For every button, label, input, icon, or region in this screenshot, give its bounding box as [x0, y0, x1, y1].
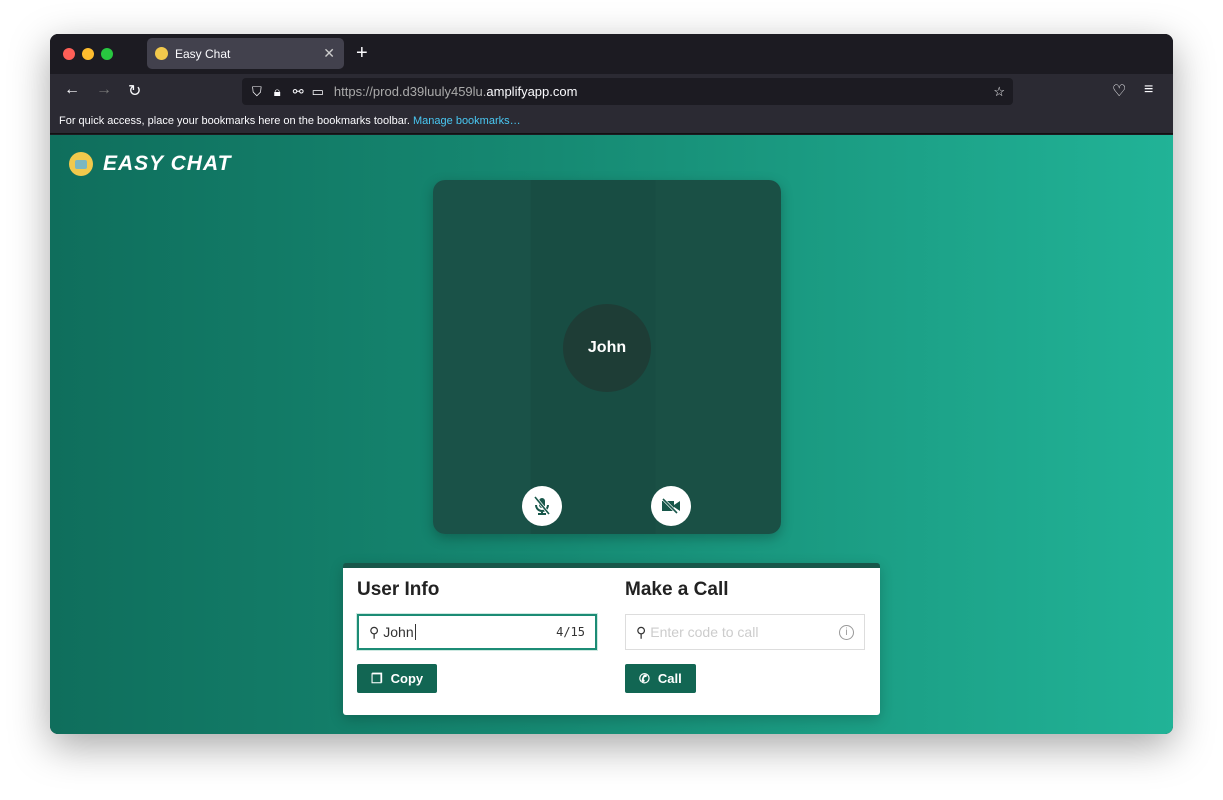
url-prefix: https://prod.d39luuly459lu. [333, 84, 487, 99]
tab-title: Easy Chat [175, 46, 231, 61]
permissions-icon[interactable]: ⚯ [293, 84, 304, 100]
nav-bar: ← → ↻ ⛉ 🔒︎ ⚯ ▭ https://prod.d39luuly459l… [50, 74, 1173, 108]
mic-off-icon [533, 496, 551, 515]
call-code-input[interactable]: ⚲ Enter code to call i [625, 614, 865, 650]
copy-label: Copy [390, 671, 424, 686]
name-value: John [383, 624, 414, 640]
url-bar[interactable]: ⛉ 🔒︎ ⚯ ▭ https://prod.d39luuly459lu. ampl… [242, 78, 1013, 105]
minimize-window-button[interactable] [82, 48, 94, 60]
avatar: John [563, 304, 651, 392]
forward-icon[interactable]: → [96, 81, 112, 99]
menu-icon[interactable]: ≡ [1144, 81, 1153, 99]
call-button[interactable]: ✆ Call [625, 664, 696, 693]
shield-icon[interactable]: ⛉ [252, 84, 262, 100]
user-icon: ⚲ [636, 623, 647, 640]
camera-icon[interactable]: ▭ [312, 84, 324, 100]
bookmarks-hint: For quick access, place your bookmarks h… [59, 115, 410, 127]
app-logo[interactable]: EASY CHAT [69, 152, 231, 176]
copy-icon: ❐ [371, 670, 383, 686]
copy-button[interactable]: ❐ Copy [357, 664, 438, 693]
make-call-section: Make a Call ⚲ Enter code to call i ✆ Call [625, 579, 865, 693]
video-card: John [433, 180, 781, 534]
close-tab-icon[interactable]: ✕ [323, 45, 335, 62]
lock-icon[interactable]: 🔒︎ [274, 84, 281, 100]
logo-text: EASY CHAT [103, 152, 232, 175]
pocket-icon[interactable]: ♡ [1112, 81, 1126, 101]
url-domain: amplifyapp.com [486, 84, 578, 99]
char-counter: 4/15 [556, 625, 585, 639]
mute-mic-button[interactable] [522, 486, 562, 526]
name-input[interactable]: ⚲ John 4/15 [357, 614, 597, 650]
app-content: EASY CHAT John User Info ⚲ John 4/15 ❐ Copy… [50, 135, 1173, 734]
tab-bar: Easy Chat ✕ + [50, 34, 1173, 74]
manage-bookmarks-link[interactable]: Manage bookmarks… [413, 115, 521, 127]
info-icon[interactable]: i [839, 624, 854, 640]
bookmark-star-icon[interactable]: ☆ [993, 84, 1005, 100]
reload-icon[interactable]: ↻ [128, 81, 141, 101]
camera-off-button[interactable] [651, 486, 691, 526]
user-icon: ⚲ [369, 623, 380, 640]
back-icon[interactable]: ← [64, 81, 80, 99]
make-call-title: Make a Call [625, 579, 729, 600]
favicon-icon [155, 47, 168, 60]
maximize-window-button[interactable] [101, 48, 113, 60]
logo-icon [69, 152, 93, 176]
browser-window: Easy Chat ✕ + ← → ↻ ⛉ 🔒︎ ⚯ ▭ https://prod… [50, 34, 1173, 734]
video-off-icon [661, 498, 680, 514]
new-tab-button[interactable]: + [356, 42, 368, 65]
user-info-section: User Info ⚲ John 4/15 ❐ Copy [357, 579, 597, 693]
user-info-title: User Info [357, 579, 440, 600]
tab-easy-chat[interactable]: Easy Chat ✕ [147, 38, 344, 69]
control-panel: User Info ⚲ John 4/15 ❐ Copy Make a Call ⚲ E… [343, 563, 880, 715]
close-window-button[interactable] [63, 48, 75, 60]
call-code-placeholder: Enter code to call [650, 624, 759, 640]
phone-icon: ✆ [639, 670, 650, 686]
bookmarks-toolbar: For quick access, place your bookmarks h… [50, 108, 1173, 134]
call-label: Call [657, 671, 682, 686]
